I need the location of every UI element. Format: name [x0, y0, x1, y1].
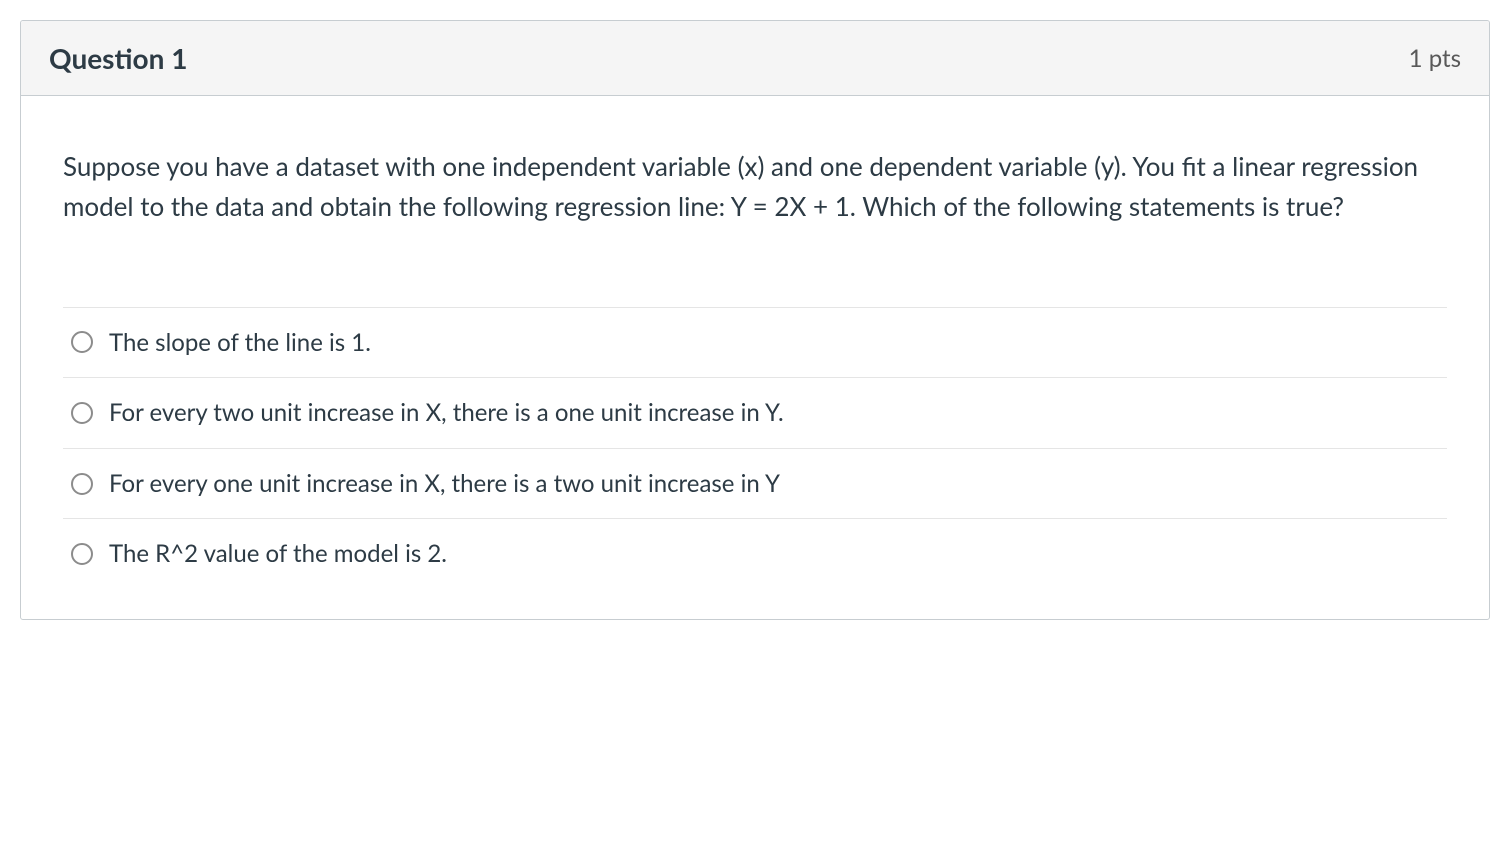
answer-option[interactable]: The slope of the line is 1. [63, 307, 1447, 378]
question-body: Suppose you have a dataset with one inde… [21, 96, 1489, 619]
answers-list: The slope of the line is 1. For every tw… [63, 307, 1447, 579]
answer-label: The slope of the line is 1. [109, 326, 371, 360]
question-points: 1 pts [1409, 44, 1461, 73]
answer-label: For every one unit increase in X, there … [109, 467, 780, 501]
answer-radio[interactable] [71, 543, 93, 565]
question-title: Question 1 [49, 41, 187, 75]
answer-label: The R^2 value of the model is 2. [109, 537, 447, 571]
question-card: Question 1 1 pts Suppose you have a data… [20, 20, 1490, 620]
answer-radio[interactable] [71, 473, 93, 495]
answer-option[interactable]: For every one unit increase in X, there … [63, 448, 1447, 519]
answer-radio[interactable] [71, 402, 93, 424]
answer-radio[interactable] [71, 331, 93, 353]
answer-option[interactable]: For every two unit increase in X, there … [63, 377, 1447, 448]
answer-label: For every two unit increase in X, there … [109, 396, 784, 430]
question-header: Question 1 1 pts [21, 21, 1489, 96]
question-text: Suppose you have a dataset with one inde… [63, 146, 1447, 227]
answer-option[interactable]: The R^2 value of the model is 2. [63, 518, 1447, 579]
